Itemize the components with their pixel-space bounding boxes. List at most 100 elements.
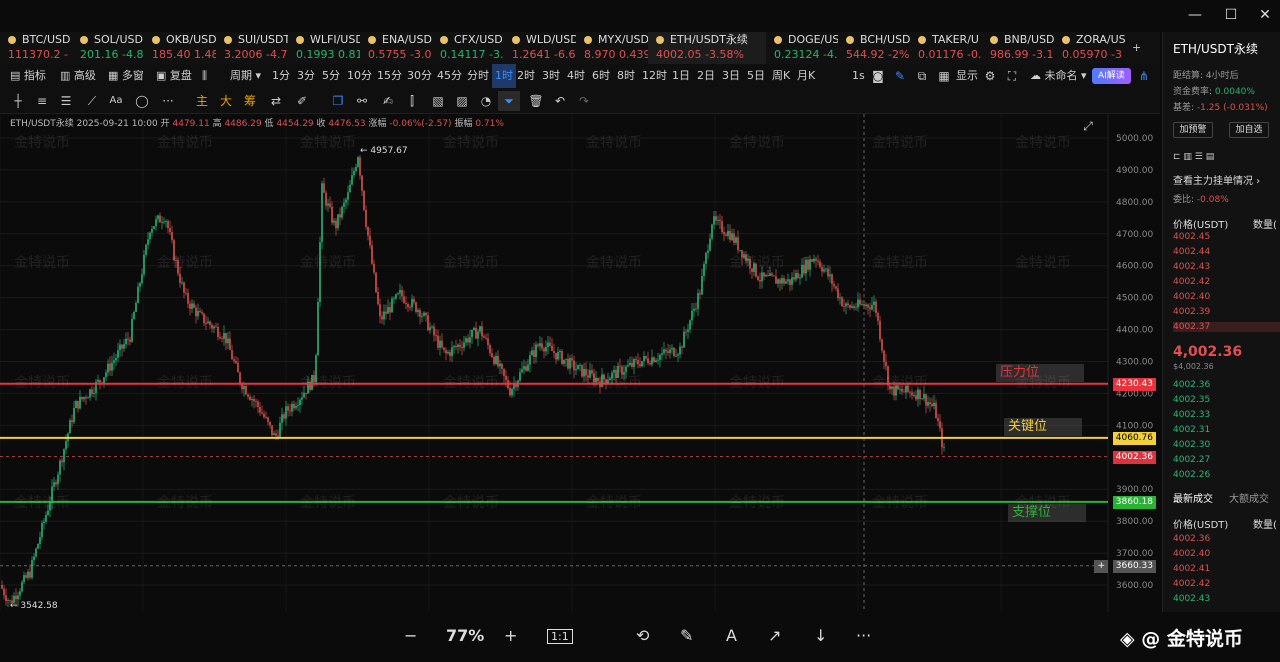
pen-icon[interactable]: ✎ (892, 68, 908, 84)
grid-icon[interactable]: ▦ (936, 68, 952, 84)
period-option[interactable]: 8时 (617, 64, 635, 88)
main-chart-toggle[interactable]: 主 (194, 93, 210, 109)
channel-icon[interactable]: ☰ (58, 93, 74, 109)
rotate-button[interactable]: ⟲ (636, 626, 649, 645)
ticker-tab[interactable]: DOGE/US 0.23124 -4. (766, 32, 838, 64)
ticker-tab[interactable]: BTC/USD 111370.2 - (0, 32, 72, 64)
period-option[interactable]: 3日 (722, 64, 740, 88)
trash-icon[interactable]: 🗑 (528, 93, 544, 109)
edit-icon[interactable]: ✐ (294, 93, 310, 109)
layout-icon[interactable]: ⧉ (914, 68, 930, 84)
add-ticker-icon[interactable]: + (1132, 32, 1152, 64)
horizontal-line-icon[interactable]: ┼ (10, 93, 26, 109)
ticker-tab[interactable]: OKB/USD 185.40 1.48 (144, 32, 216, 64)
ticker-tab[interactable]: SUI/USDT 3.2006 -4.7 (216, 32, 288, 64)
fullscreen-icon[interactable]: ⛶ (1004, 68, 1020, 84)
period-option[interactable]: 4时 (567, 64, 585, 88)
add-watchlist-button[interactable]: 加自选 (1229, 122, 1269, 138)
period-option[interactable]: 1分 (272, 64, 290, 88)
price-chart[interactable]: 5000.00 4900.00 4800.00 4700.00 4600.00 4500.… (0, 114, 1160, 612)
period-option[interactable]: 5分 (322, 64, 340, 88)
bars-icon[interactable]: ⫼ (202, 64, 207, 88)
ask-price[interactable]: 4002.45 (1173, 232, 1210, 242)
bid-price[interactable]: 4002.36 (1173, 380, 1210, 390)
speed-button[interactable]: 1s (852, 64, 865, 88)
ask-price[interactable]: 4002.37 (1173, 322, 1280, 332)
bid-price[interactable]: 4002.27 (1173, 455, 1210, 465)
period-option[interactable]: 月K (797, 64, 815, 88)
chip-toggle[interactable]: 筹 (242, 93, 258, 109)
text-tool-icon[interactable]: Aa (108, 93, 124, 109)
period-option[interactable]: 3时 (542, 64, 560, 88)
close-button[interactable]: ✕ (1256, 6, 1274, 24)
more-button[interactable]: ··· (856, 626, 871, 645)
ticker-tab[interactable]: CFX/USD 0.14117 -3. (432, 32, 504, 64)
ask-price[interactable]: 4002.42 (1173, 277, 1210, 287)
period-option[interactable]: 2时 (517, 64, 535, 88)
more-tools-icon[interactable]: ··· (160, 93, 176, 109)
candles-icon[interactable]: ⫿ (404, 93, 420, 109)
zoom-out-button[interactable]: − (404, 626, 417, 645)
share-button[interactable]: ↗ (768, 626, 781, 645)
ai-interpret-button[interactable]: AI解读 (1092, 68, 1131, 84)
replay-button[interactable]: ▣ 复盘 (156, 64, 192, 88)
period-option[interactable]: 周K (772, 64, 790, 88)
image-icon[interactable]: ▧ (430, 93, 446, 109)
tab-large-trades[interactable]: 大额成交 (1229, 490, 1269, 505)
bid-price[interactable]: 4002.26 (1173, 470, 1210, 480)
copy-icon[interactable]: ❐ (330, 93, 346, 109)
add-alert-button[interactable]: 加预警 (1173, 122, 1213, 138)
advanced-button[interactable]: ▥ 高级 (60, 64, 96, 88)
swap-icon[interactable]: ⇄ (268, 93, 284, 109)
ticker-tab[interactable]: ETH/USDT永续 4002.05 -3.58% (648, 32, 766, 64)
bid-price[interactable]: 4002.35 (1173, 395, 1210, 405)
text-recognize-button[interactable]: A (726, 626, 737, 645)
ask-price[interactable]: 4002.39 (1173, 307, 1210, 317)
zoom-in-button[interactable]: + (504, 626, 517, 645)
ticker-tab[interactable]: WLD/USD 1.2641 -6.6 (504, 32, 576, 64)
settings-icon[interactable]: ⚙ (982, 68, 998, 84)
filter-icon[interactable]: ⏷ (498, 91, 520, 111)
layout-name-dropdown[interactable]: ☁ 未命名 ▾ (1030, 64, 1087, 88)
ticker-tab[interactable]: ENA/USD 0.5755 -3.0 (360, 32, 432, 64)
ask-price[interactable]: 4002.44 (1173, 247, 1210, 257)
ticker-tab[interactable]: TAKER/U 0.01176 -0. (910, 32, 982, 64)
parallel-lines-icon[interactable]: ≡ (34, 93, 50, 109)
share-icon[interactable]: ⋔ (1136, 68, 1152, 84)
period-option[interactable]: 15分 (377, 64, 402, 88)
ticker-tab[interactable]: BNB/USD 986.99 -3.1 (982, 32, 1054, 64)
period-option[interactable]: 10分 (347, 64, 372, 88)
period-option[interactable]: 45分 (437, 64, 462, 88)
minimize-button[interactable]: — (1186, 6, 1204, 24)
redo-icon[interactable]: ↷ (576, 93, 592, 109)
ticker-tab[interactable]: ZORA/US 0.05970 -3 (1054, 32, 1126, 64)
period-option[interactable]: 2日 (697, 64, 715, 88)
link-icon[interactable]: ⚯ (354, 93, 370, 109)
tab-recent-trades[interactable]: 最新成交 (1173, 490, 1213, 505)
bid-price[interactable]: 4002.30 (1173, 440, 1210, 450)
period-option[interactable]: 分时 (467, 64, 489, 88)
period-option[interactable]: 1时 (492, 64, 516, 88)
ticker-tab[interactable]: WLFI/USD 0.1993 0.81 (288, 32, 360, 64)
actual-size-button[interactable]: 1:1 (547, 629, 573, 644)
ticker-tab[interactable]: MYX/USD 8.970 0.439 (576, 32, 648, 64)
main-orders-link[interactable]: 查看主力挂单情况 › (1173, 172, 1260, 187)
expand-icon[interactable]: ⤢ (1080, 118, 1096, 134)
ticker-tab[interactable]: SOL/USD 201.16 -4.8 (72, 32, 144, 64)
period-option[interactable]: 5日 (747, 64, 765, 88)
magnet-icon[interactable]: ◔ (478, 93, 494, 109)
download-button[interactable]: ↓ (814, 626, 827, 645)
ask-price[interactable]: 4002.40 (1173, 292, 1210, 302)
edit-button[interactable]: ✎ (680, 626, 693, 645)
big-order-toggle[interactable]: 大 (218, 93, 234, 109)
period-option[interactable]: 6时 (592, 64, 610, 88)
display-button[interactable]: 显示 (956, 64, 978, 88)
ticker-tab[interactable]: BCH/USD 544.92 -2% (838, 32, 910, 64)
camera-icon[interactable]: ◙ (870, 68, 886, 84)
bid-price[interactable]: 4002.31 (1173, 425, 1210, 435)
bid-price[interactable]: 4002.33 (1173, 410, 1210, 420)
period-option[interactable]: 12时 (642, 64, 667, 88)
trend-line-icon[interactable]: ⟋ (84, 93, 100, 109)
indicator-button[interactable]: ▤ 指标 (10, 64, 46, 88)
period-option[interactable]: 30分 (407, 64, 432, 88)
